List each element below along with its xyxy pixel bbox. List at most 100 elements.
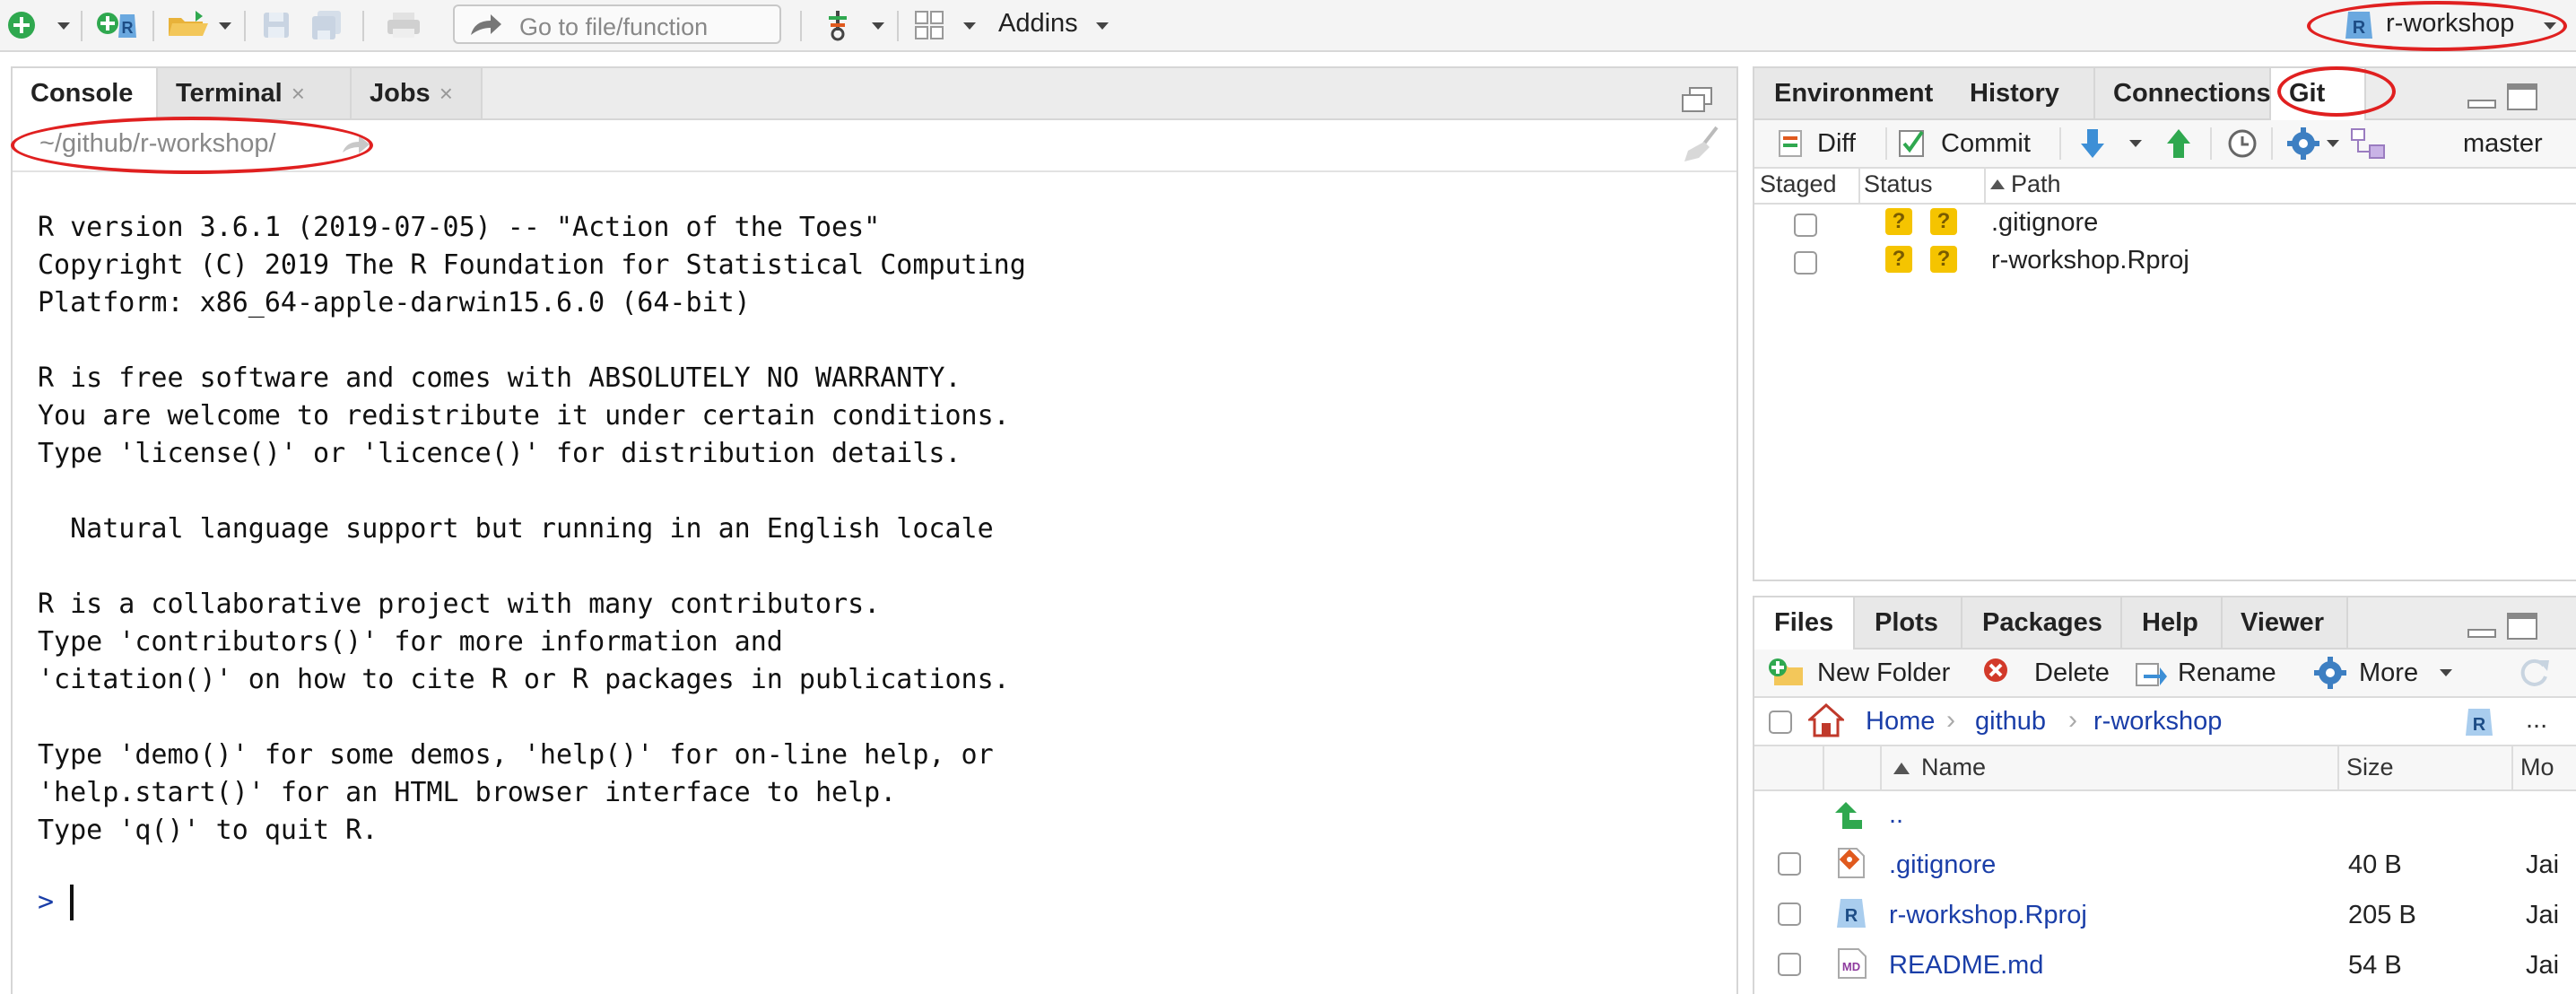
addins-dropdown-icon[interactable]	[1096, 22, 1109, 30]
git-settings-dropdown-icon[interactable]	[2327, 140, 2339, 147]
file-name-link[interactable]: README.md	[1889, 951, 2043, 981]
file-path: r-workshop.Rproj	[1991, 246, 2189, 275]
select-all-checkbox[interactable]	[1769, 711, 1792, 734]
path-column-header[interactable]: Path	[2011, 170, 2061, 198]
tab-console[interactable]: Console	[13, 68, 158, 120]
restore-pane-icon[interactable]	[1681, 86, 1713, 113]
pull-arrow-icon[interactable]	[2079, 127, 2106, 160]
table-row[interactable]: .gitignore 40 B Jai	[1754, 840, 2576, 890]
file-name-link[interactable]: .gitignore	[1889, 850, 1996, 880]
tab-viewer[interactable]: Viewer	[2223, 597, 2348, 648]
breadcrumb-r-workshop[interactable]: r-workshop	[2093, 707, 2222, 737]
console-line: Type 'license()' or 'licence()' for dist…	[38, 438, 962, 469]
files-pane: Files Plots Packages Help Viewer New Fol…	[1753, 596, 2576, 994]
console-prompt: >	[38, 886, 55, 918]
tab-jobs-close-icon[interactable]: ×	[439, 80, 453, 107]
tab-terminal[interactable]: Terminal ×	[158, 68, 352, 118]
home-icon[interactable]	[1808, 703, 1844, 737]
staged-column-header[interactable]: Staged	[1760, 170, 1837, 198]
status-column-header[interactable]: Status	[1864, 170, 1933, 198]
table-row[interactable]: R r-workshop.Rproj 205 B Jai	[1754, 890, 2576, 940]
table-row[interactable]: ? ? r-workshop.Rproj	[1754, 242, 2576, 280]
git-file-icon	[1838, 848, 1865, 878]
history-clock-icon[interactable]	[2226, 127, 2258, 160]
pane-layout-icon[interactable]	[913, 9, 945, 41]
staged-checkbox[interactable]	[1794, 214, 1817, 237]
breadcrumb-overflow-button[interactable]: ...	[2526, 705, 2547, 735]
breadcrumb-home[interactable]: Home	[1866, 707, 1935, 737]
console-input[interactable]: >	[25, 883, 1711, 928]
svg-text:MD: MD	[1842, 960, 1860, 973]
tab-console-label: Console	[30, 79, 134, 108]
parent-directory-row[interactable]: ..	[1754, 791, 2576, 840]
working-dir-highlight-ellipse	[11, 117, 373, 174]
git-tab-highlight-ellipse	[2277, 66, 2396, 117]
tab-files-label: Files	[1774, 608, 1834, 637]
file-name-link[interactable]: r-workshop.Rproj	[1889, 901, 2087, 930]
save-icon[interactable]	[260, 9, 292, 41]
print-icon[interactable]	[384, 9, 423, 41]
branch-icon[interactable]	[2350, 127, 2386, 160]
refresh-icon[interactable]	[2517, 657, 2551, 689]
file-checkbox[interactable]	[1778, 902, 1801, 926]
tab-connections[interactable]: Connections	[2095, 68, 2271, 118]
maximize-pane-icon[interactable]	[2506, 83, 2538, 111]
file-checkbox[interactable]	[1778, 953, 1801, 976]
git-settings-gear-icon[interactable]	[2285, 126, 2321, 161]
clear-console-broom-icon[interactable]	[1683, 124, 1724, 163]
open-file-dropdown-icon[interactable]	[219, 22, 231, 30]
more-menu-button[interactable]: More	[2359, 658, 2418, 688]
rename-icon	[2136, 663, 2167, 686]
pull-dropdown-icon[interactable]	[2129, 140, 2142, 147]
pane-layout-dropdown-icon[interactable]	[963, 22, 976, 30]
addins-menu[interactable]: Addins	[998, 9, 1078, 39]
tab-plots-label: Plots	[1875, 608, 1938, 637]
tab-help[interactable]: Help	[2122, 597, 2223, 648]
staged-checkbox[interactable]	[1794, 251, 1817, 275]
size-column-header[interactable]: Size	[2346, 754, 2394, 781]
open-file-icon[interactable]	[165, 9, 212, 41]
name-column-header[interactable]: Name	[1921, 754, 1986, 781]
current-branch-label[interactable]: master	[2463, 129, 2543, 159]
rename-button[interactable]: Rename	[2178, 658, 2276, 688]
save-all-icon[interactable]	[310, 9, 343, 41]
svg-text:R: R	[2473, 715, 2486, 735]
minimize-pane-icon[interactable]	[2467, 621, 2497, 639]
tab-packages[interactable]: Packages	[1962, 597, 2122, 648]
file-path: .gitignore	[1991, 208, 2099, 237]
diff-button[interactable]: Diff	[1817, 129, 1856, 159]
push-arrow-icon[interactable]	[2165, 127, 2192, 160]
new-file-icon[interactable]	[5, 9, 38, 41]
minimize-pane-icon[interactable]	[2467, 92, 2497, 109]
file-size: 54 B	[2348, 951, 2402, 980]
tab-history[interactable]: History	[1952, 68, 2095, 118]
table-row[interactable]: ? ? .gitignore	[1754, 205, 2576, 242]
status-badge-staged: ?	[1885, 246, 1912, 273]
tab-plots[interactable]: Plots	[1855, 597, 1962, 648]
file-modified: Jai	[2526, 901, 2560, 929]
go-to-file-function-input[interactable]: Go to file/function	[453, 4, 781, 44]
console-line: Natural language support but running in …	[38, 513, 994, 545]
new-file-dropdown-icon[interactable]	[57, 22, 70, 30]
breadcrumb-github[interactable]: github	[1975, 707, 2046, 737]
modified-column-header[interactable]: Mo	[2520, 754, 2554, 781]
delete-button[interactable]: Delete	[2034, 658, 2110, 688]
more-dropdown-icon[interactable]	[2440, 669, 2452, 676]
tab-jobs-label: Jobs	[370, 79, 431, 108]
new-folder-button[interactable]: New Folder	[1817, 658, 1950, 688]
table-row[interactable]: MD README.md 54 B Jai	[1754, 940, 2576, 990]
maximize-pane-icon[interactable]	[2506, 612, 2538, 641]
tab-terminal-close-icon[interactable]: ×	[292, 80, 305, 107]
parent-directory-link[interactable]: ..	[1889, 800, 1903, 830]
commit-button[interactable]: Commit	[1941, 129, 2031, 159]
version-control-icon[interactable]	[822, 9, 854, 41]
tab-environment-label: Environment	[1774, 79, 1934, 108]
git-pane: Environment History Connections Git Diff…	[1753, 66, 2576, 581]
project-r-icon[interactable]: R	[2463, 707, 2495, 737]
tab-jobs[interactable]: Jobs ×	[352, 68, 483, 118]
file-checkbox[interactable]	[1778, 852, 1801, 876]
diff-icon	[1779, 130, 1802, 157]
tab-files[interactable]: Files	[1754, 597, 1855, 650]
new-project-icon[interactable]: R	[95, 9, 138, 41]
version-control-dropdown-icon[interactable]	[872, 22, 884, 30]
